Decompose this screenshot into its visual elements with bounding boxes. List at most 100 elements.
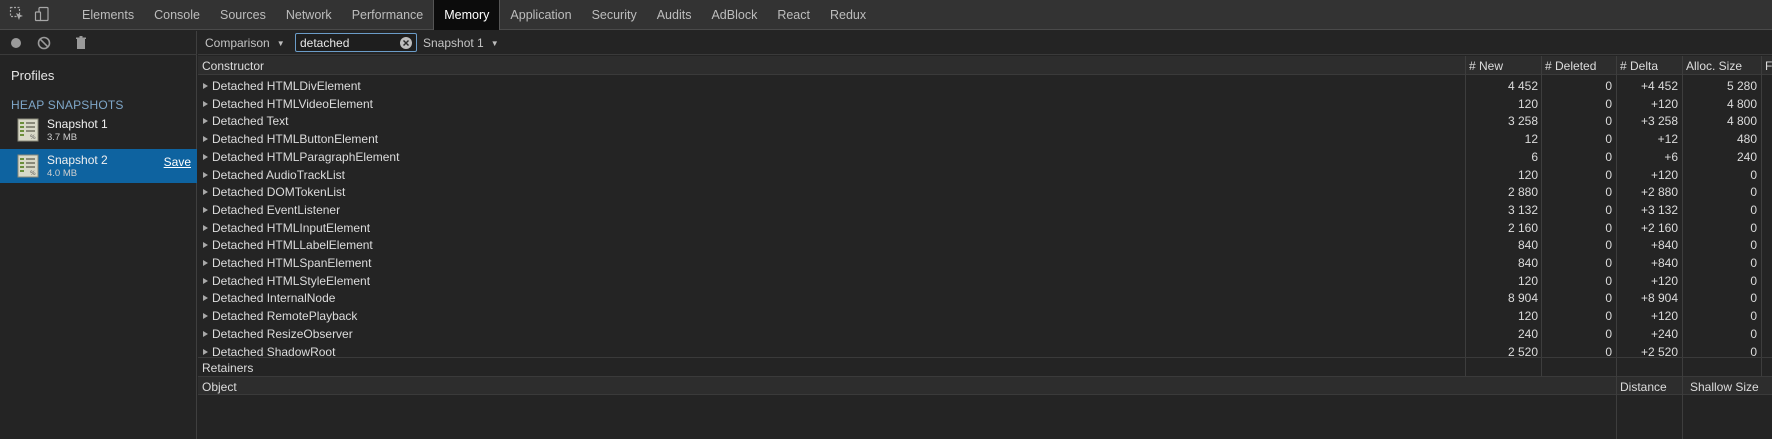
cell-new: 2 880 — [1507, 185, 1538, 200]
column-header-constructor[interactable]: Constructor — [202, 59, 264, 73]
class-filter-input[interactable] — [300, 35, 396, 50]
expand-triangle-icon[interactable] — [203, 260, 208, 266]
constructor-name: Detached HTMLInputElement — [212, 220, 371, 235]
expand-triangle-icon[interactable] — [203, 206, 208, 213]
clear-all-icon[interactable] — [36, 35, 52, 51]
constructor-name: Detached HTMLDivElement — [212, 79, 361, 93]
column-divider[interactable] — [1682, 376, 1683, 439]
cell-deleted: 0 — [1605, 114, 1612, 129]
cell-alloc: 4 800 — [1726, 114, 1757, 129]
column-header-new[interactable]: # New — [1469, 59, 1503, 73]
panel-tabs: Elements Console Sources Network Performance… — [72, 0, 876, 30]
expand-triangle-icon[interactable] — [203, 295, 208, 302]
constructor-name: Detached DOMTokenList — [212, 185, 346, 200]
cell-delta: +3 132 — [1640, 202, 1678, 217]
expand-triangle-icon[interactable] — [203, 224, 208, 231]
column-header-delta[interactable]: # Delta — [1620, 59, 1658, 73]
cell-new: 120 — [1517, 309, 1538, 324]
cell-delta: +2 880 — [1640, 185, 1678, 200]
retainers-heading: Retainers — [202, 361, 254, 375]
inspect-element-icon[interactable] — [9, 6, 25, 22]
clear-filter-icon[interactable] — [400, 37, 412, 49]
expand-triangle-icon[interactable] — [203, 242, 208, 249]
constructor-name: Detached Text — [212, 114, 289, 129]
cell-deleted: 0 — [1605, 256, 1612, 270]
base-snapshot-select[interactable]: Snapshot 1 ▼ — [423, 36, 499, 50]
tab-console[interactable]: Console — [144, 0, 210, 30]
tab-audits[interactable]: Audits — [647, 0, 702, 30]
snapshot-name: Snapshot 1 — [47, 117, 108, 131]
sidebar-toolbar — [0, 31, 197, 55]
cell-deleted: 0 — [1605, 79, 1612, 93]
expand-triangle-icon[interactable] — [203, 313, 208, 320]
cell-alloc: 0 — [1750, 202, 1757, 217]
heap-snapshot-icon: % — [17, 118, 39, 142]
cell-delta: +8 904 — [1640, 291, 1678, 306]
tab-security[interactable]: Security — [582, 0, 647, 30]
cell-delta: +12 — [1657, 132, 1678, 147]
cell-alloc: 480 — [1736, 132, 1757, 147]
tab-memory[interactable]: Memory — [433, 0, 501, 30]
expand-triangle-icon[interactable] — [203, 100, 208, 107]
expand-triangle-icon[interactable] — [203, 153, 208, 160]
column-header-distance[interactable]: Distance — [1620, 380, 1667, 394]
expand-triangle-icon[interactable] — [203, 171, 208, 178]
trash-icon[interactable] — [73, 35, 89, 51]
expand-triangle-icon[interactable] — [203, 348, 208, 355]
column-header-freed-size[interactable]: Fr — [1765, 59, 1772, 73]
cell-deleted: 0 — [1605, 238, 1612, 253]
constructor-name: Detached HTMLParagraphElement — [212, 149, 400, 164]
tab-adblock[interactable]: AdBlock — [701, 0, 767, 30]
cell-new: 8 904 — [1507, 291, 1538, 306]
heap-snapshots-heading: HEAP SNAPSHOTS — [11, 98, 124, 112]
cell-new: 240 — [1517, 326, 1538, 341]
cell-delta: +120 — [1650, 309, 1678, 324]
snapshot-name: Snapshot 2 — [47, 153, 108, 167]
snapshot-item-2[interactable]: % Snapshot 2 4.0 MB Save — [0, 149, 197, 183]
tab-network[interactable]: Network — [276, 0, 342, 30]
save-snapshot-link[interactable]: Save — [164, 155, 191, 169]
expand-triangle-icon[interactable] — [203, 118, 208, 125]
expand-triangle-icon[interactable] — [203, 136, 208, 143]
svg-text:%: % — [30, 134, 36, 141]
cell-deleted: 0 — [1605, 220, 1612, 235]
cell-deleted: 0 — [1605, 326, 1612, 341]
column-header-deleted[interactable]: # Deleted — [1545, 59, 1596, 73]
cell-new: 120 — [1517, 273, 1538, 288]
table-header: Constructor # New # Deleted # Delta Allo… — [198, 56, 1772, 75]
cell-new: 840 — [1517, 238, 1538, 253]
cell-deleted: 0 — [1605, 149, 1612, 164]
tab-redux[interactable]: Redux — [820, 0, 876, 30]
column-header-alloc-size[interactable]: Alloc. Size — [1686, 59, 1742, 73]
column-header-object[interactable]: Object — [202, 380, 237, 394]
expand-triangle-icon[interactable] — [203, 189, 208, 196]
view-mode-select[interactable]: Comparison ▼ — [205, 36, 285, 50]
record-icon[interactable] — [8, 35, 24, 51]
expand-triangle-icon[interactable] — [203, 277, 208, 284]
cell-alloc: 0 — [1750, 185, 1757, 200]
expand-triangle-icon[interactable] — [203, 83, 208, 89]
cell-delta: +840 — [1650, 256, 1678, 270]
svg-text:%: % — [30, 170, 36, 177]
constructor-name: Detached InternalNode — [212, 291, 336, 306]
retainers-section: Retainers — [198, 357, 1772, 376]
device-toolbar-icon[interactable] — [34, 6, 50, 22]
retainers-header: Object Distance Shallow Size — [198, 376, 1772, 395]
cell-new: 4 452 — [1507, 79, 1538, 93]
cell-delta: +2 160 — [1640, 220, 1678, 235]
cell-delta: +6 — [1664, 149, 1678, 164]
tab-application[interactable]: Application — [500, 0, 581, 30]
column-header-shallow-size[interactable]: Shallow Size — [1690, 380, 1759, 394]
snapshot-toolbar: Comparison ▼ Snapshot 1 ▼ — [198, 31, 1772, 55]
tab-sources[interactable]: Sources — [210, 0, 276, 30]
snapshot-item-1[interactable]: % Snapshot 1 3.7 MB — [0, 113, 197, 147]
cell-new: 3 258 — [1507, 114, 1538, 129]
cell-alloc: 4 800 — [1726, 96, 1757, 111]
tab-performance[interactable]: Performance — [342, 0, 434, 30]
snapshot-size: 3.7 MB — [47, 132, 78, 143]
expand-triangle-icon[interactable] — [203, 330, 208, 337]
tab-elements[interactable]: Elements — [72, 0, 144, 30]
tab-react[interactable]: React — [767, 0, 820, 30]
column-divider[interactable] — [1616, 376, 1617, 439]
cell-deleted: 0 — [1605, 273, 1612, 288]
